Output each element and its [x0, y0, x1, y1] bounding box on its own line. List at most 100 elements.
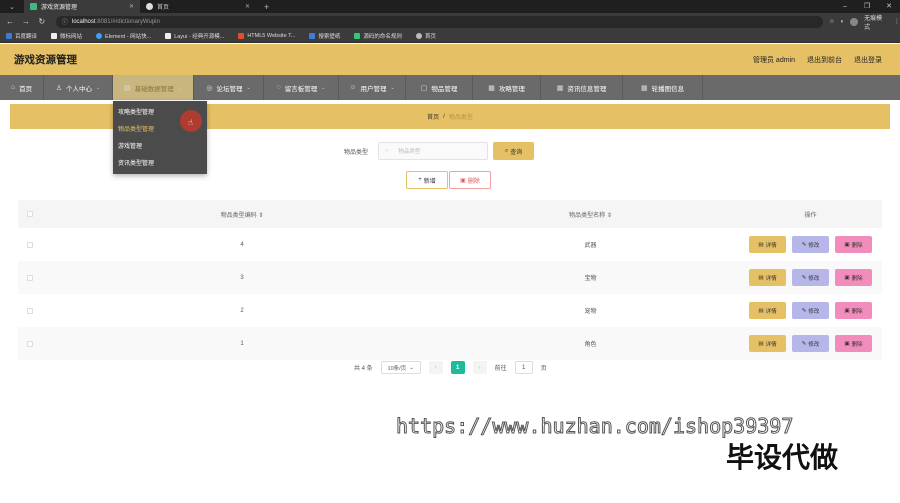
select-all-checkbox[interactable] [27, 211, 33, 217]
goto-page-input[interactable]: 1 [514, 361, 533, 374]
bookmark-icon [238, 33, 245, 39]
delete-button[interactable]: ▣ 删除 [835, 302, 872, 319]
next-page-button[interactable]: › [472, 361, 487, 374]
row-checkbox[interactable] [27, 241, 33, 248]
edit-button[interactable]: ✎ 修改 [792, 236, 829, 253]
detail-button[interactable]: ▤ 详情 [749, 335, 786, 352]
close-window-button[interactable]: ✕ [878, 0, 900, 13]
trash-icon: ▣ [460, 177, 466, 184]
bookmark-item[interactable]: 源码的命名规则 [354, 32, 402, 40]
bookmark-item[interactable]: HTML5 Website T... [238, 33, 295, 39]
nav-label: 轮播图信息 [651, 85, 685, 93]
item-type-search-input[interactable]: ○ 物品类型 [378, 142, 489, 160]
logout-link[interactable]: 退出登录 [854, 55, 882, 65]
search-icon: ○ [385, 148, 389, 154]
detail-label: 详情 [765, 341, 777, 348]
profile-label[interactable]: 无痕模式 [864, 13, 888, 31]
menu-icon[interactable]: ⋮ [894, 18, 900, 25]
bookmark-item[interactable]: 首页 [415, 32, 436, 40]
detail-button[interactable]: ▤ 详情 [749, 236, 786, 253]
cell-code: 1 [240, 340, 244, 347]
table-row: 1 角色 ▤ 详情 ✎ 修改 ▣ 删除 [18, 327, 882, 360]
new-tab-button[interactable]: + [256, 2, 277, 12]
bookmark-item[interactable]: 百度翻译 [6, 32, 37, 40]
page-size-select[interactable]: 10条/页 ⌄ [380, 361, 421, 374]
detail-button[interactable]: ▤ 详情 [749, 302, 786, 319]
edit-icon: ✎ [801, 340, 807, 347]
edit-icon: ✎ [801, 241, 807, 248]
tab-close-icon[interactable]: ✕ [129, 3, 134, 10]
bookmark-item[interactable]: 搜索壁纸 [309, 32, 340, 40]
row-checkbox[interactable] [27, 274, 33, 281]
page-number-current[interactable]: 1 [450, 361, 465, 374]
tab-search-icon[interactable]: ⌄ [0, 0, 24, 13]
search-icon: ⌕ [504, 147, 509, 154]
nav-label: 基础数据管理 [134, 85, 174, 93]
edit-button[interactable]: ✎ 修改 [792, 269, 829, 286]
bookmark-item[interactable]: Layui - 经典开源模... [165, 32, 224, 40]
media-icon[interactable]: ◐ [841, 19, 845, 25]
detail-icon: ▤ [758, 241, 764, 248]
back-icon[interactable]: ← [4, 17, 16, 26]
profile-avatar-icon[interactable] [850, 17, 859, 26]
row-checkbox[interactable] [27, 340, 33, 347]
add-button[interactable]: + 新增 [406, 171, 448, 189]
trash-icon: ▣ [844, 274, 850, 281]
nav-item-basic-data[interactable]: ▤ 基础数据管理 ⌄ [113, 75, 194, 100]
bookmark-star-icon[interactable]: ☆ [829, 18, 834, 25]
edit-button[interactable]: ✎ 修改 [792, 335, 829, 352]
edit-label: 修改 [808, 275, 820, 282]
delete-button[interactable]: ▣ 删除 [835, 269, 872, 286]
row-checkbox[interactable] [27, 307, 33, 314]
vue-icon [30, 3, 37, 10]
trash-icon: ▣ [844, 241, 850, 248]
chevron-down-icon: ⌄ [177, 84, 182, 91]
batch-delete-button[interactable]: ▣ 删除 [449, 171, 491, 189]
dropdown-item-game[interactable]: 游戏管理 [113, 141, 207, 158]
minimize-button[interactable]: – [834, 0, 856, 13]
edit-label: 修改 [808, 308, 820, 315]
nav-item-users[interactable]: ☺ 用户管理 ⌄ [339, 75, 406, 100]
nav-item-carousel[interactable]: ▦ 轮播图信息 [623, 75, 703, 100]
watermark-url: https://www.huzhan.com/ishop39397 [395, 414, 794, 439]
query-button[interactable]: ⌕ 查询 [493, 142, 535, 160]
page: ⌄ 游戏资源管理 ✕ 首页 ✕ + – ❐ ✕ ← → ↻ ⓘ localhos… [0, 0, 900, 503]
search-label: 物品类型 [344, 149, 369, 156]
nav-item-forum[interactable]: ◎ 论坛管理 ⌄ [194, 75, 264, 100]
detail-icon: ▤ [758, 340, 764, 347]
nav-item-home[interactable]: ⌂ 首页 [0, 75, 44, 100]
page-unit-label: 页 [540, 366, 547, 372]
globe-icon [146, 3, 153, 10]
breadcrumb-home[interactable]: 首页 [427, 112, 439, 121]
nav-item-items[interactable]: ▢ 物品管理 [406, 75, 473, 100]
column-header-name[interactable]: 物品类型名称 ⇕ [442, 210, 739, 219]
column-header-label: 物品类型编码 [220, 212, 257, 219]
nav-item-news[interactable]: ▦ 资讯信息管理 [541, 75, 623, 100]
detail-button[interactable]: ▤ 详情 [749, 269, 786, 286]
prev-page-button[interactable]: ‹ [428, 361, 443, 374]
dropdown-item-news-type[interactable]: 资讯类型管理 [113, 158, 207, 175]
bookmark-item[interactable]: 微标网站 [51, 32, 82, 40]
nav-label: 留言板管理 [284, 85, 318, 93]
delete-button[interactable]: ▣ 删除 [835, 335, 872, 352]
browser-tab[interactable]: 首页 ✕ [140, 0, 256, 13]
delete-button[interactable]: ▣ 删除 [835, 236, 872, 253]
column-header-code[interactable]: 物品类型编码 ⇕ [42, 210, 442, 219]
nav-item-profile[interactable]: ♙ 个人中心 ⌄ [44, 75, 113, 100]
nav-label: 首页 [19, 85, 33, 93]
reload-icon[interactable]: ↻ [36, 17, 48, 26]
nav-item-guides[interactable]: ▦ 攻略管理 [473, 75, 541, 100]
query-label: 查询 [510, 149, 523, 156]
browser-tab-active[interactable]: 游戏资源管理 ✕ [24, 0, 140, 13]
tab-close-icon[interactable]: ✕ [245, 3, 250, 10]
nav-item-messages[interactable]: ◌ 留言板管理 ⌄ [264, 75, 339, 100]
url-input[interactable]: ⓘ localhost :8081/#/dictionaryWupin [55, 15, 824, 28]
forward-icon[interactable]: → [20, 17, 32, 26]
bookmark-item[interactable]: Element - 网站快... [96, 32, 151, 40]
table-header: 物品类型编码 ⇕ 物品类型名称 ⇕ 操作 [18, 200, 882, 228]
edit-button[interactable]: ✎ 修改 [792, 302, 829, 319]
maximize-button[interactable]: ❐ [856, 0, 878, 13]
tab-label: 游戏资源管理 [41, 5, 78, 11]
back-to-site-link[interactable]: 退出到前台 [807, 55, 842, 65]
bookmark-label: 百度翻译 [15, 34, 38, 40]
